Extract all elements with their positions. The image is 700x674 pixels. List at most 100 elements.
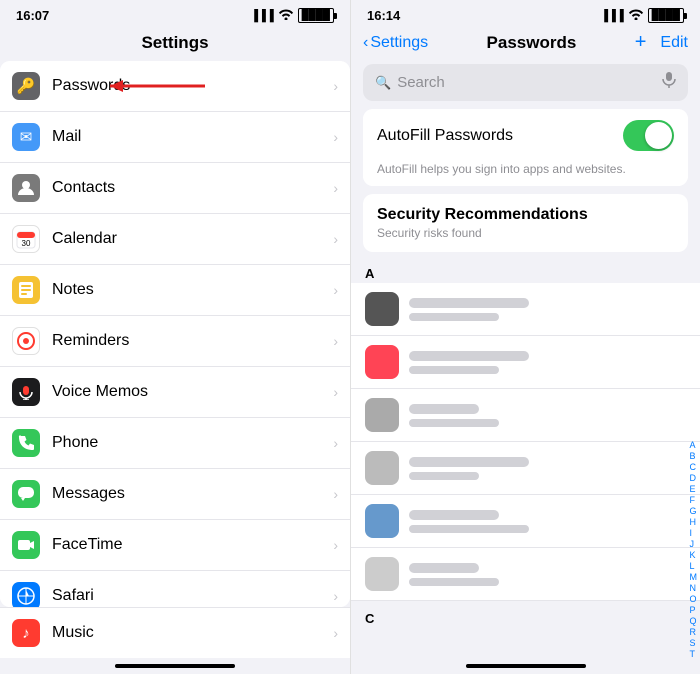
alpha-j[interactable]: J xyxy=(690,539,699,549)
toggle-thumb xyxy=(645,122,672,149)
settings-item-reminders[interactable]: Reminders › xyxy=(0,316,350,367)
alpha-d[interactable]: D xyxy=(690,473,699,483)
alpha-f[interactable]: F xyxy=(690,495,699,505)
mic-icon xyxy=(662,71,676,94)
security-section[interactable]: Security Recommendations Security risks … xyxy=(363,194,688,252)
autofill-toggle[interactable] xyxy=(623,120,674,151)
music-chevron: › xyxy=(333,625,338,641)
back-label: Settings xyxy=(370,34,428,52)
autofill-section: AutoFill Passwords AutoFill helps you si… xyxy=(363,109,688,186)
settings-list: 🔑 Passwords › ✉ Mail › Contacts › xyxy=(0,61,350,607)
right-home-indicator xyxy=(466,664,586,668)
passwords-nav-title: Passwords xyxy=(487,33,577,53)
settings-item-calendar[interactable]: 30 Calendar › xyxy=(0,214,350,265)
contacts-chevron: › xyxy=(333,180,338,196)
facetime-chevron: › xyxy=(333,537,338,553)
pw-user-1 xyxy=(409,313,499,321)
wifi-icon xyxy=(278,8,294,23)
alpha-c[interactable]: C xyxy=(690,462,699,472)
calendar-chevron: › xyxy=(333,231,338,247)
password-item-5[interactable] xyxy=(351,495,700,548)
passwords-icon: 🔑 xyxy=(12,72,40,100)
settings-item-passwords[interactable]: 🔑 Passwords › xyxy=(0,61,350,112)
pw-user-2 xyxy=(409,366,499,374)
messages-icon xyxy=(12,480,40,508)
alpha-g[interactable]: G xyxy=(690,506,699,516)
security-subtitle: Security risks found xyxy=(377,226,674,240)
search-icon: 🔍 xyxy=(375,75,391,91)
alpha-q[interactable]: Q xyxy=(690,616,699,626)
facetime-icon xyxy=(12,531,40,559)
settings-item-contacts[interactable]: Contacts › xyxy=(0,163,350,214)
phone-label: Phone xyxy=(52,434,329,452)
alpha-a[interactable]: A xyxy=(690,440,699,450)
edit-button[interactable]: Edit xyxy=(660,34,688,52)
red-up-arrow-container xyxy=(644,109,668,116)
search-bar[interactable]: 🔍 Search xyxy=(363,64,688,101)
alpha-o[interactable]: O xyxy=(690,594,699,604)
pw-text-3 xyxy=(409,404,686,427)
alphabet-index[interactable]: A B C D E F G H I J K L M N O P Q R S T … xyxy=(690,440,699,658)
safari-icon xyxy=(12,582,40,607)
safari-label: Safari xyxy=(52,587,329,605)
password-item-6[interactable] xyxy=(351,548,700,601)
settings-item-safari[interactable]: Safari › xyxy=(0,571,350,607)
back-chevron-icon: ‹ xyxy=(363,34,368,52)
passwords-chevron: › xyxy=(333,78,338,94)
alpha-n[interactable]: N xyxy=(690,583,699,593)
settings-item-mail[interactable]: ✉ Mail › xyxy=(0,112,350,163)
pw-site-2 xyxy=(409,351,529,361)
alpha-i[interactable]: I xyxy=(690,528,699,538)
settings-item-messages[interactable]: Messages › xyxy=(0,469,350,520)
pw-avatar-4 xyxy=(365,451,399,485)
settings-item-facetime[interactable]: FaceTime › xyxy=(0,520,350,571)
alpha-r[interactable]: R xyxy=(690,627,699,637)
pw-user-3 xyxy=(409,419,499,427)
pw-avatar-2 xyxy=(365,345,399,379)
alpha-l[interactable]: L xyxy=(690,561,699,571)
calendar-icon: 30 xyxy=(12,225,40,253)
alpha-b[interactable]: B xyxy=(690,451,699,461)
password-item-1[interactable] xyxy=(351,283,700,336)
settings-item-notes[interactable]: Notes › xyxy=(0,265,350,316)
alpha-h[interactable]: H xyxy=(690,517,699,527)
settings-item-phone[interactable]: Phone › xyxy=(0,418,350,469)
alpha-k[interactable]: K xyxy=(690,550,699,560)
alpha-s[interactable]: S xyxy=(690,638,699,648)
pw-text-5 xyxy=(409,510,686,533)
right-time: 16:14 xyxy=(367,8,400,23)
right-panel: 16:14 ▐▐▐ ████ ‹ Settings Passwords + Ed… xyxy=(350,0,700,674)
right-status-bar: 16:14 ▐▐▐ ████ xyxy=(351,0,700,27)
password-item-4[interactable] xyxy=(351,442,700,495)
phone-icon xyxy=(12,429,40,457)
alpha-p[interactable]: P xyxy=(690,605,699,615)
pw-site-1 xyxy=(409,298,529,308)
alpha-t[interactable]: T xyxy=(690,649,699,658)
password-item-3[interactable] xyxy=(351,389,700,442)
battery-icon: ████ xyxy=(298,8,334,23)
settings-item-music[interactable]: ♪ Music › xyxy=(0,607,350,658)
messages-label: Messages xyxy=(52,485,329,503)
calendar-label: Calendar xyxy=(52,230,329,248)
safari-chevron: › xyxy=(333,588,338,604)
search-placeholder: Search xyxy=(397,74,656,91)
mail-icon: ✉ xyxy=(12,123,40,151)
svg-text:30: 30 xyxy=(22,239,31,248)
back-button[interactable]: ‹ Settings xyxy=(363,34,428,52)
autofill-description: AutoFill helps you sign into apps and we… xyxy=(363,162,688,186)
section-c-header: C xyxy=(351,605,700,628)
passwords-nav-bar: ‹ Settings Passwords + Edit xyxy=(351,27,700,62)
add-button[interactable]: + xyxy=(635,31,647,54)
pw-user-5 xyxy=(409,525,529,533)
notes-chevron: › xyxy=(333,282,338,298)
notes-label: Notes xyxy=(52,281,329,299)
password-item-2[interactable] xyxy=(351,336,700,389)
contacts-label: Contacts xyxy=(52,179,329,197)
alpha-e[interactable]: E xyxy=(690,484,699,494)
pw-avatar-6 xyxy=(365,557,399,591)
red-arrow-indicator xyxy=(105,76,225,96)
pw-text-6 xyxy=(409,563,686,586)
alpha-m[interactable]: M xyxy=(690,572,699,582)
settings-item-voicememos[interactable]: Voice Memos › xyxy=(0,367,350,418)
section-a-header: A xyxy=(351,260,700,283)
